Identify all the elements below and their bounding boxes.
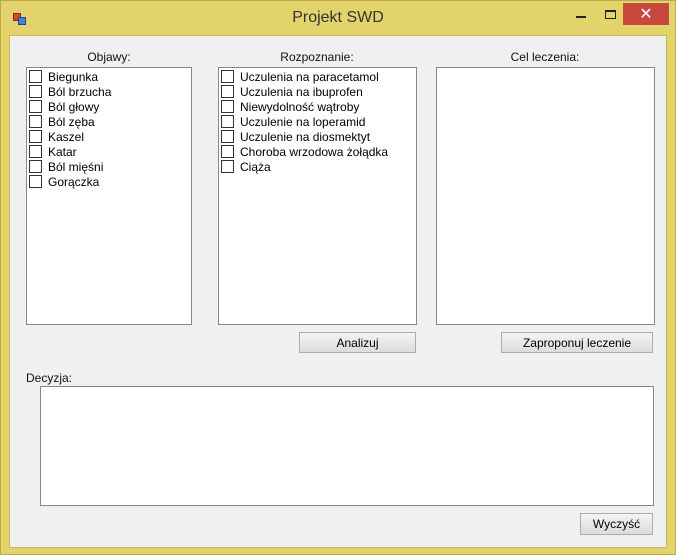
symptom-item-label: Biegunka xyxy=(48,69,99,84)
diagnosis-checklist[interactable]: Uczulenia na paracetamol Uczulenia na ibu… xyxy=(218,67,417,325)
symptom-item-label: Ból brzucha xyxy=(48,84,112,99)
diagnosis-item-label: Uczulenie na loperamid xyxy=(240,114,366,129)
diagnosis-item[interactable]: Uczulenia na paracetamol xyxy=(221,69,416,84)
checkbox[interactable] xyxy=(221,100,234,113)
diagnosis-item[interactable]: Niewydolność wątroby xyxy=(221,99,416,114)
symptom-item-label: Kaszel xyxy=(48,129,85,144)
diagnosis-item-label: Uczulenia na ibuprofen xyxy=(240,84,363,99)
propose-treatment-button[interactable]: Zaproponuj leczenie xyxy=(501,332,653,353)
clear-button[interactable]: Wyczyść xyxy=(580,513,653,535)
maximize-icon xyxy=(604,9,616,19)
diagnosis-item-label: Choroba wrzodowa żołądka xyxy=(240,144,389,159)
checkbox[interactable] xyxy=(221,85,234,98)
diagnosis-item[interactable]: Uczulenie na loperamid xyxy=(221,114,416,129)
symptom-item[interactable]: Ból zęba xyxy=(29,114,191,129)
symptom-item[interactable]: Gorączka xyxy=(29,174,191,189)
checkbox[interactable] xyxy=(221,145,234,158)
form-client-area: Objawy: Biegunka Ból brzucha Ból głowy Ból … xyxy=(9,35,667,548)
analyze-button[interactable]: Analizuj xyxy=(299,332,416,353)
symptom-item[interactable]: Kaszel xyxy=(29,129,191,144)
checkbox[interactable] xyxy=(221,115,234,128)
symptom-item[interactable]: Ból brzucha xyxy=(29,84,191,99)
decision-label: Decyzja: xyxy=(26,371,73,385)
treatment-label: Cel leczenia: xyxy=(510,50,580,64)
diagnosis-item[interactable]: Ciąża xyxy=(221,159,416,174)
symptoms-checklist[interactable]: Biegunka Ból brzucha Ból głowy Ból zęba Kasz… xyxy=(26,67,192,325)
symptom-item-label: Katar xyxy=(48,144,77,159)
close-button[interactable]: ✕ xyxy=(623,3,669,25)
diagnosis-item-label: Niewydolność wątroby xyxy=(240,99,360,114)
diagnosis-item[interactable]: Uczulenie na diosmektyt xyxy=(221,129,416,144)
treatment-list[interactable] xyxy=(436,67,655,325)
diagnosis-item-label: Uczulenie na diosmektyt xyxy=(240,129,371,144)
checkbox[interactable] xyxy=(29,160,42,173)
diagnosis-item[interactable]: Uczulenia na ibuprofen xyxy=(221,84,416,99)
checkbox[interactable] xyxy=(29,70,42,83)
symptom-item[interactable]: Ból mięśni xyxy=(29,159,191,174)
minimize-button[interactable] xyxy=(566,3,596,25)
symptom-item-label: Ból głowy xyxy=(48,99,100,114)
checkbox[interactable] xyxy=(29,145,42,158)
symptom-item[interactable]: Katar xyxy=(29,144,191,159)
checkbox[interactable] xyxy=(221,160,234,173)
checkbox[interactable] xyxy=(29,100,42,113)
symptoms-label: Objawy: xyxy=(87,50,131,64)
diagnosis-item-label: Ciąża xyxy=(240,159,271,174)
checkbox[interactable] xyxy=(29,130,42,143)
minimize-icon xyxy=(576,16,586,18)
maximize-button[interactable] xyxy=(595,3,625,25)
close-icon: ✕ xyxy=(639,6,653,23)
symptom-item-label: Gorączka xyxy=(48,174,100,189)
diagnosis-item-label: Uczulenia na paracetamol xyxy=(240,69,379,84)
title-bar[interactable]: Projekt SWD ✕ xyxy=(1,1,675,35)
checkbox[interactable] xyxy=(29,175,42,188)
symptom-item[interactable]: Ból głowy xyxy=(29,99,191,114)
diagnosis-item[interactable]: Choroba wrzodowa żołądka xyxy=(221,144,416,159)
decision-textbox[interactable] xyxy=(40,386,654,506)
symptom-item[interactable]: Biegunka xyxy=(29,69,191,84)
symptom-item-label: Ból mięśni xyxy=(48,159,104,174)
checkbox[interactable] xyxy=(29,85,42,98)
symptom-item-label: Ból zęba xyxy=(48,114,95,129)
app-window: Projekt SWD ✕ Objawy: Biegunka Ból brzuch… xyxy=(0,0,676,555)
diagnosis-label: Rozpoznanie: xyxy=(280,50,354,64)
checkbox[interactable] xyxy=(221,130,234,143)
checkbox[interactable] xyxy=(29,115,42,128)
checkbox[interactable] xyxy=(221,70,234,83)
